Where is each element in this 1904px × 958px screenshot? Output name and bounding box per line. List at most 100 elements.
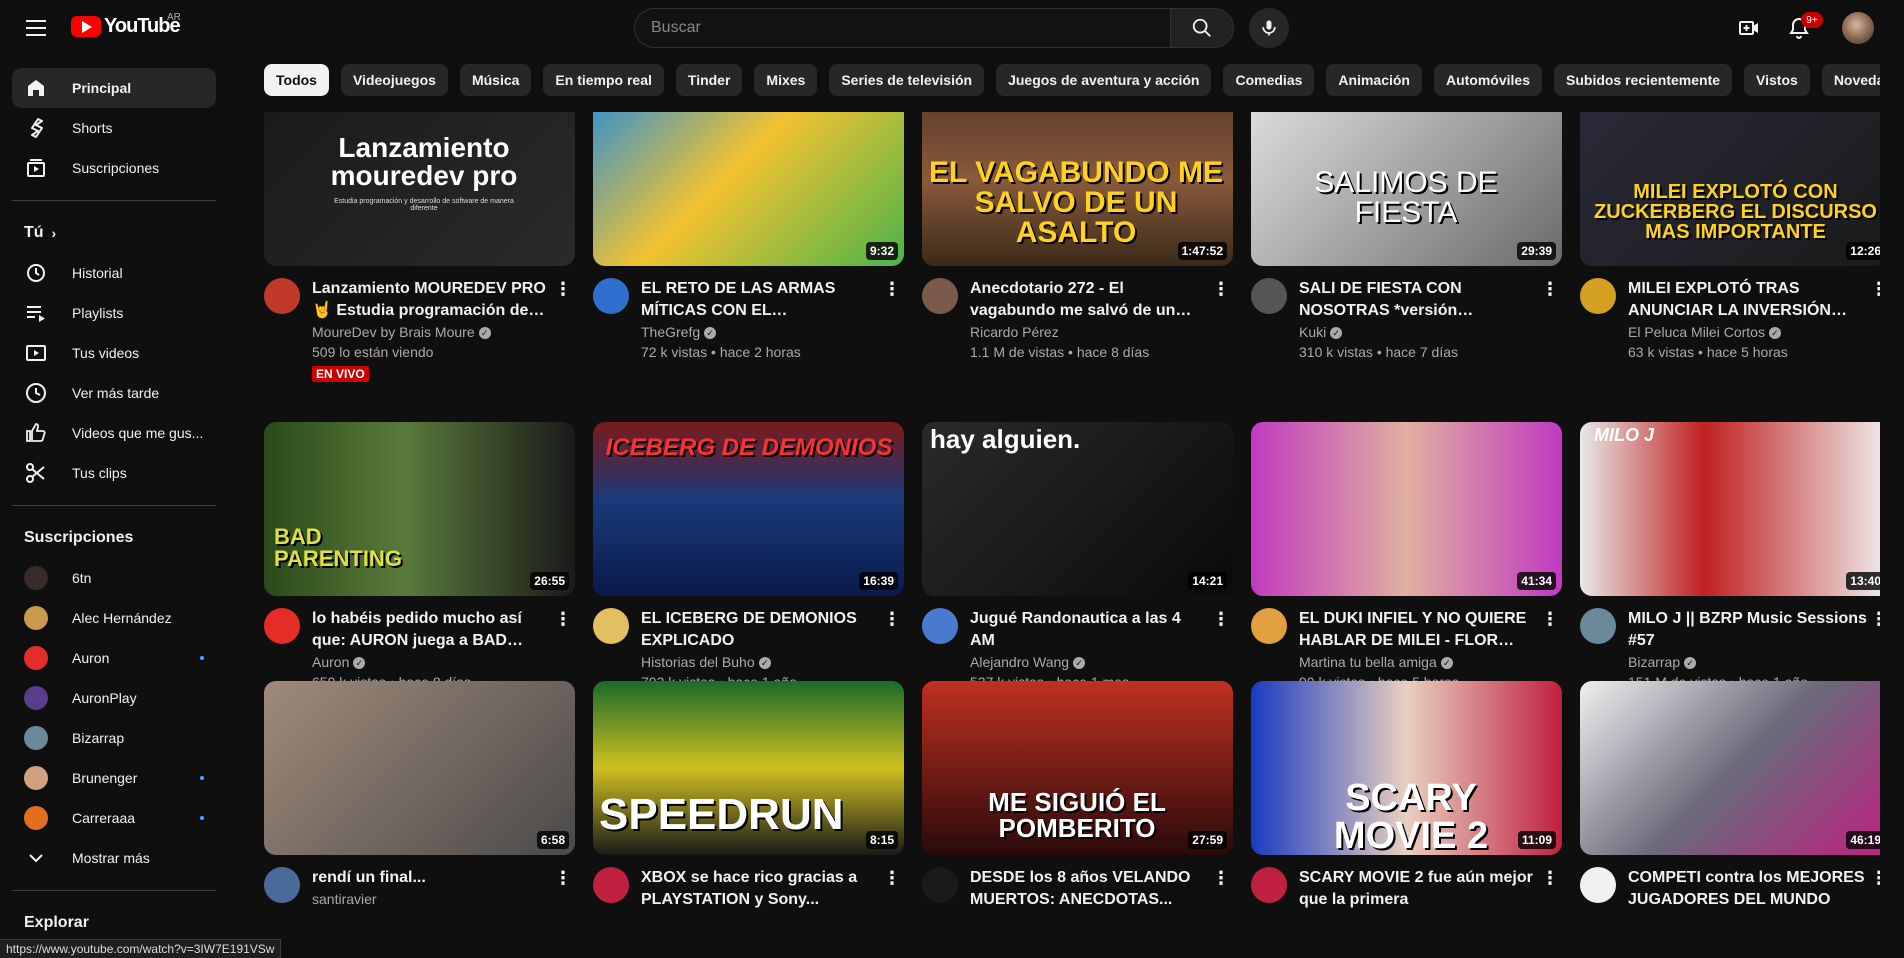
channel-avatar[interactable] [264, 608, 300, 644]
filter-chip[interactable]: Mixes [754, 64, 818, 96]
video-title[interactable]: SALI DE FIESTA CON NOSOTRAS *versión hal… [1299, 278, 1538, 322]
video-thumbnail[interactable]: SCARY MOVIE 2 11:09 [1251, 681, 1562, 855]
video-thumbnail[interactable]: ICEBERG DE DEMONIOS 16:39 [593, 422, 904, 596]
account-avatar[interactable] [1842, 12, 1874, 44]
channel-avatar[interactable] [593, 867, 629, 903]
more-options-icon[interactable]: ⋮ [1209, 867, 1233, 891]
video-title[interactable]: rendí un final... [312, 867, 551, 889]
sidebar-subscription-item[interactable]: Bizarrap [12, 718, 216, 758]
more-options-icon[interactable]: ⋮ [1209, 278, 1233, 302]
more-options-icon[interactable]: ⋮ [1209, 608, 1233, 632]
search-input[interactable] [634, 8, 1170, 48]
sidebar-item-principal[interactable]: Principal [12, 68, 216, 108]
video-title[interactable]: SCARY MOVIE 2 fue aún mejor que la prime… [1299, 867, 1538, 911]
channel-avatar[interactable] [264, 867, 300, 903]
video-title[interactable]: EL DUKI INFIEL Y NO QUIERE HABLAR DE MIL… [1299, 608, 1538, 652]
channel-name[interactable]: Ricardo Pérez [970, 324, 1059, 340]
video-thumbnail[interactable]: SALIMOS DE FIESTA 29:39 [1251, 112, 1562, 266]
video-card[interactable]: ME SIGUIÓ EL POMBERITO 27:59 DESDE los 8 a… [922, 681, 1233, 911]
video-card[interactable]: MILO J 13:40 MILO J || BZRP Music Sessions… [1580, 422, 1880, 692]
video-thumbnail[interactable]: hay alguien. 14:21 [922, 422, 1233, 596]
video-card[interactable]: hay alguien. 14:21 Jugué Randonautica a la… [922, 422, 1233, 692]
video-card[interactable]: Lanzamiento mouredev pro Estudia programa… [264, 112, 575, 383]
channel-name[interactable]: Auron [312, 654, 349, 670]
filter-chip[interactable]: Comedias [1223, 64, 1315, 96]
video-thumbnail[interactable]: 41:34 [1251, 422, 1562, 596]
video-title[interactable]: Lanzamiento MOUREDEV PRO 🤘 Estudia progr… [312, 278, 551, 322]
video-title[interactable]: XBOX se hace rico gracias a PLAYSTATION … [641, 867, 880, 911]
video-card[interactable]: 41:34 EL DUKI INFIEL Y NO QUIERE HABLAR D… [1251, 422, 1562, 692]
video-thumbnail[interactable]: 6:58 [264, 681, 575, 855]
channel-avatar[interactable] [1251, 867, 1287, 903]
video-thumbnail[interactable]: 9:32 [593, 112, 904, 266]
video-thumbnail[interactable]: MILEI EXPLOTÓ CON ZUCKERBERG EL DISCURSO… [1580, 112, 1880, 266]
channel-name[interactable]: Martina tu bella amiga [1299, 654, 1437, 670]
channel-name[interactable]: Kuki [1299, 324, 1326, 340]
voice-search-button[interactable] [1249, 8, 1289, 48]
channel-avatar[interactable] [1580, 867, 1616, 903]
channel-name[interactable]: El Peluca Milei Cortos [1628, 324, 1765, 340]
video-thumbnail[interactable]: BAD PARENTING 26:55 [264, 422, 575, 596]
more-options-icon[interactable]: ⋮ [1538, 278, 1562, 302]
more-options-icon[interactable]: ⋮ [1538, 867, 1562, 891]
video-title[interactable]: lo habéis pedido mucho así que: AURON ju… [312, 608, 551, 652]
channel-avatar[interactable] [593, 278, 629, 314]
filter-chip[interactable]: Videojuegos [340, 64, 448, 96]
video-title[interactable]: MILO J || BZRP Music Sessions #57 [1628, 608, 1867, 652]
video-card[interactable]: SALIMOS DE FIESTA 29:39 SALI DE FIESTA CON… [1251, 112, 1562, 362]
filter-chip[interactable]: Vistos [1744, 64, 1810, 96]
channel-avatar[interactable] [1251, 608, 1287, 644]
sidebar-subscription-item[interactable]: Alec Hernández [12, 598, 216, 638]
filter-chip[interactable]: Todos [264, 64, 329, 96]
sidebar-item-tus-videos[interactable]: Tus videos [12, 333, 216, 373]
sidebar-subscription-item[interactable]: Auron [12, 638, 216, 678]
video-thumbnail[interactable]: Lanzamiento mouredev pro Estudia programa… [264, 112, 575, 266]
video-card[interactable]: MILEI EXPLOTÓ CON ZUCKERBERG EL DISCURSO… [1580, 112, 1880, 362]
filter-chip[interactable]: Automóviles [1433, 64, 1542, 96]
video-card[interactable]: BAD PARENTING 26:55 lo habéis pedido mucho… [264, 422, 575, 692]
sidebar-subscription-item[interactable]: Carreraaa [12, 798, 216, 838]
more-options-icon[interactable]: ⋮ [551, 608, 575, 632]
sidebar-item-shorts[interactable]: Shorts [12, 108, 216, 148]
menu-icon[interactable] [16, 8, 56, 48]
filter-chip[interactable]: Tinder [675, 64, 743, 96]
sidebar-subscription-item[interactable]: Brunenger [12, 758, 216, 798]
filter-chip[interactable]: Novedad para ti [1821, 64, 1880, 96]
channel-avatar[interactable] [1580, 278, 1616, 314]
channel-avatar[interactable] [922, 608, 958, 644]
sidebar-subscription-item[interactable]: AuronPlay [12, 678, 216, 718]
more-options-icon[interactable]: ⋮ [551, 867, 575, 891]
channel-name[interactable]: Bizarrap [1628, 654, 1680, 670]
video-title[interactable]: Jugué Randonautica a las 4 AM [970, 608, 1209, 652]
filter-chip[interactable]: Subidos recientemente [1554, 64, 1733, 96]
video-card[interactable]: ICEBERG DE DEMONIOS 16:39 EL ICEBERG DE DE… [593, 422, 904, 692]
channel-avatar[interactable] [922, 278, 958, 314]
filter-chip[interactable]: Series de televisión [829, 64, 985, 96]
video-title[interactable]: COMPETI contra los MEJORES JUGADORES DEL… [1628, 867, 1867, 911]
video-title[interactable]: EL ICEBERG DE DEMONIOS EXPLICADO [641, 608, 880, 652]
video-card[interactable]: SCARY MOVIE 2 11:09 SCARY MOVIE 2 fue aún … [1251, 681, 1562, 911]
sidebar-item-suscripciones[interactable]: Suscripciones [12, 148, 216, 188]
channel-name[interactable]: Historias del Buho [641, 654, 755, 670]
video-card[interactable]: 9:32 EL RETO DE LAS ARMAS MÍTICAS CON EL … [593, 112, 904, 362]
channel-name[interactable]: santiravier [312, 891, 377, 907]
search-button[interactable] [1170, 8, 1234, 48]
more-options-icon[interactable]: ⋮ [880, 867, 904, 891]
youtube-logo[interactable]: YouTube [71, 15, 181, 38]
more-options-icon[interactable]: ⋮ [1867, 867, 1880, 891]
channel-name[interactable]: Alejandro Wang [970, 654, 1069, 670]
more-options-icon[interactable]: ⋮ [880, 608, 904, 632]
video-card[interactable]: 6:58 rendí un final... santiravier ⋮ [264, 681, 575, 909]
sidebar-subscription-item[interactable]: 6tn [12, 558, 216, 598]
filter-chip[interactable]: Animación [1326, 64, 1422, 96]
channel-avatar[interactable] [593, 608, 629, 644]
create-button[interactable] [1729, 8, 1769, 48]
more-options-icon[interactable]: ⋮ [1867, 608, 1880, 632]
channel-avatar[interactable] [1251, 278, 1287, 314]
channel-name[interactable]: TheGrefg [641, 324, 700, 340]
video-thumbnail[interactable]: 46:19 [1580, 681, 1880, 855]
channel-avatar[interactable] [922, 867, 958, 903]
video-title[interactable]: DESDE los 8 años VELANDO MUERTOS: ANECDO… [970, 867, 1209, 911]
sidebar-item-playlists[interactable]: Playlists [12, 293, 216, 333]
more-options-icon[interactable]: ⋮ [1867, 278, 1880, 302]
